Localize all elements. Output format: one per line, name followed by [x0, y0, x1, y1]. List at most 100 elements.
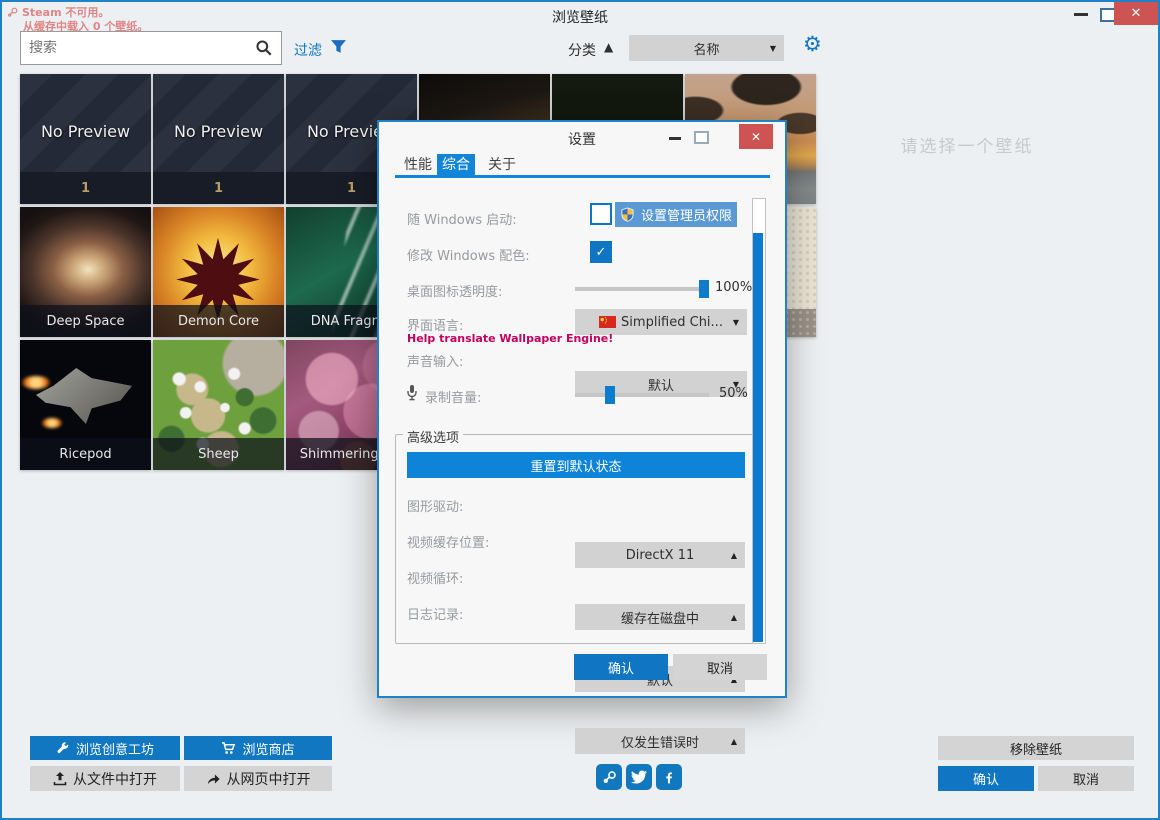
tab-about[interactable]: 关于 [483, 154, 521, 176]
reset-defaults-button[interactable]: 重置到默认状态 [407, 452, 745, 478]
autostart-label: 随 Windows 启动: [407, 213, 517, 228]
dialog-ok-button[interactable]: 确认 [574, 654, 668, 680]
logging-value: 仅发生错误时 [620, 735, 699, 751]
open-from-file-button[interactable]: 从文件中打开 [30, 766, 180, 791]
audio-input-label: 声音输入: [407, 355, 464, 370]
dialog-minimize-button[interactable] [669, 137, 681, 140]
twitter-social-button[interactable] [626, 764, 652, 790]
steam-icon [603, 770, 616, 783]
browse-workshop-label: 浏览创意工坊 [75, 742, 154, 758]
set-admin-rights-label: 设置管理员权限 [640, 209, 732, 224]
wallpaper-tile[interactable]: Sheep [153, 340, 284, 470]
dialog-maximize-button[interactable] [694, 131, 709, 144]
steam-social-button[interactable] [596, 764, 622, 790]
icon-opacity-slider[interactable] [575, 280, 709, 298]
wallpaper-tile[interactable]: Demon Core [153, 207, 284, 337]
logging-label: 日志记录: [407, 608, 464, 623]
video-cache-dropdown[interactable]: 缓存在磁盘中 ▲ [575, 604, 745, 630]
settings-dialog: 设置 ✕ 性能 综合 关于 随 Windows 启动: 设置管理员权限 修改 W… [377, 120, 787, 754]
tile-caption: Demon Core [153, 305, 284, 337]
open-from-url-label: 从网页中打开 [226, 771, 311, 788]
filter-link[interactable]: 过滤 [294, 40, 322, 60]
chevron-up-icon: ▲ [730, 550, 737, 560]
wallpaper-tile[interactable]: No Preview 1 [20, 74, 151, 204]
sort-by-dropdown[interactable]: 名称 ▼ [629, 35, 784, 61]
remove-wallpaper-label: 移除壁纸 [1009, 742, 1062, 758]
video-cache-value: 缓存在磁盘中 [620, 611, 699, 627]
dialog-close-button[interactable]: ✕ [739, 124, 773, 149]
facebook-social-button[interactable] [656, 764, 682, 790]
set-admin-rights-button[interactable]: 设置管理员权限 [615, 202, 737, 227]
minimize-icon [669, 137, 681, 140]
record-volume-label: 录制音量: [425, 391, 482, 406]
social-links [596, 764, 682, 790]
translate-link[interactable]: Help translate Wallpaper Engine! [407, 332, 613, 345]
reset-defaults-label: 重置到默认状态 [530, 459, 622, 475]
record-volume-slider[interactable] [575, 386, 709, 404]
twitter-icon [631, 770, 647, 784]
tile-image-detail [36, 368, 132, 424]
logging-dropdown[interactable]: 仅发生错误时 ▲ [575, 728, 745, 754]
cancel-button[interactable]: 取消 [1038, 766, 1134, 791]
open-from-file-label: 从文件中打开 [73, 771, 157, 788]
graphics-driver-dropdown[interactable]: DirectX 11 ▲ [575, 542, 745, 568]
microphone-icon [407, 385, 417, 401]
autostart-checkbox[interactable] [590, 203, 612, 225]
open-from-url-button[interactable]: 从网页中打开 [184, 766, 332, 791]
tab-general[interactable]: 综合 [437, 154, 475, 176]
icon-opacity-value: 100% [715, 280, 753, 295]
window-close-button[interactable]: ✕ [1114, 2, 1158, 25]
wallpaper-tile[interactable]: Deep Space [20, 207, 151, 337]
modify-colors-label: 修改 Windows 配色: [407, 249, 530, 264]
steam-icon [8, 7, 18, 17]
search-input[interactable] [21, 40, 255, 56]
cart-icon [222, 742, 236, 754]
close-icon: ✕ [1130, 6, 1142, 21]
tile-badge: 1 [153, 172, 284, 204]
facebook-icon [666, 772, 672, 784]
app-window: 浏览壁纸 Steam 不可用。 从缓存中载入 0 个壁纸。 ✕ 过滤 分类 ▲ … [0, 0, 1160, 820]
slider-handle[interactable] [605, 386, 615, 404]
remove-wallpaper-button[interactable]: 移除壁纸 [938, 736, 1134, 760]
graphics-driver-value: DirectX 11 [625, 547, 695, 563]
dialog-cancel-label: 取消 [706, 661, 733, 677]
icon-opacity-label: 桌面图标透明度: [407, 285, 503, 300]
chevron-down-icon: ▼ [769, 43, 776, 53]
dialog-title: 设置 [568, 132, 596, 148]
minimize-icon [1074, 13, 1088, 16]
tile-caption: Ricepod [20, 438, 151, 470]
check-icon: ✓ [595, 244, 607, 260]
video-cache-label: 视频缓存位置: [407, 536, 490, 551]
tile-caption: Sheep [153, 438, 284, 470]
no-preview-label: No Preview [173, 122, 264, 141]
search-box [20, 31, 282, 65]
modify-colors-checkbox[interactable]: ✓ [590, 241, 612, 263]
chevron-up-icon: ▲ [730, 736, 737, 746]
dialog-scrollbar[interactable] [752, 198, 766, 644]
window-minimize-button[interactable] [1074, 13, 1088, 16]
settings-gear-icon[interactable]: ⚙ [803, 34, 822, 55]
wrench-icon [57, 742, 69, 754]
advanced-options-label: 高级选项 [403, 427, 464, 446]
wallpaper-tile[interactable]: Ricepod [20, 340, 151, 470]
scrollbar-thumb[interactable] [753, 233, 763, 642]
video-loop-label: 视频循环: [407, 572, 464, 587]
no-preview-label: No Preview [40, 122, 131, 141]
tile-badge: 1 [20, 172, 151, 204]
browse-workshop-button[interactable]: 浏览创意工坊 [30, 736, 180, 760]
tab-performance[interactable]: 性能 [399, 154, 437, 176]
china-flag-icon [599, 316, 617, 328]
apply-button[interactable]: 确认 [938, 766, 1034, 791]
filter-funnel-icon[interactable] [330, 38, 347, 55]
cancel-label: 取消 [1072, 773, 1099, 788]
browse-store-button[interactable]: 浏览商店 [184, 736, 332, 760]
sort-direction-icon[interactable]: ▲ [604, 40, 613, 54]
sort-by-value: 名称 [693, 42, 720, 58]
tile-image-detail [22, 376, 50, 389]
graphics-driver-label: 图形驱动: [407, 500, 464, 515]
search-icon [256, 40, 272, 56]
dialog-cancel-button[interactable]: 取消 [673, 654, 767, 680]
slider-handle[interactable] [699, 280, 709, 298]
apply-label: 确认 [972, 773, 999, 788]
wallpaper-tile[interactable]: No Preview 1 [153, 74, 284, 204]
